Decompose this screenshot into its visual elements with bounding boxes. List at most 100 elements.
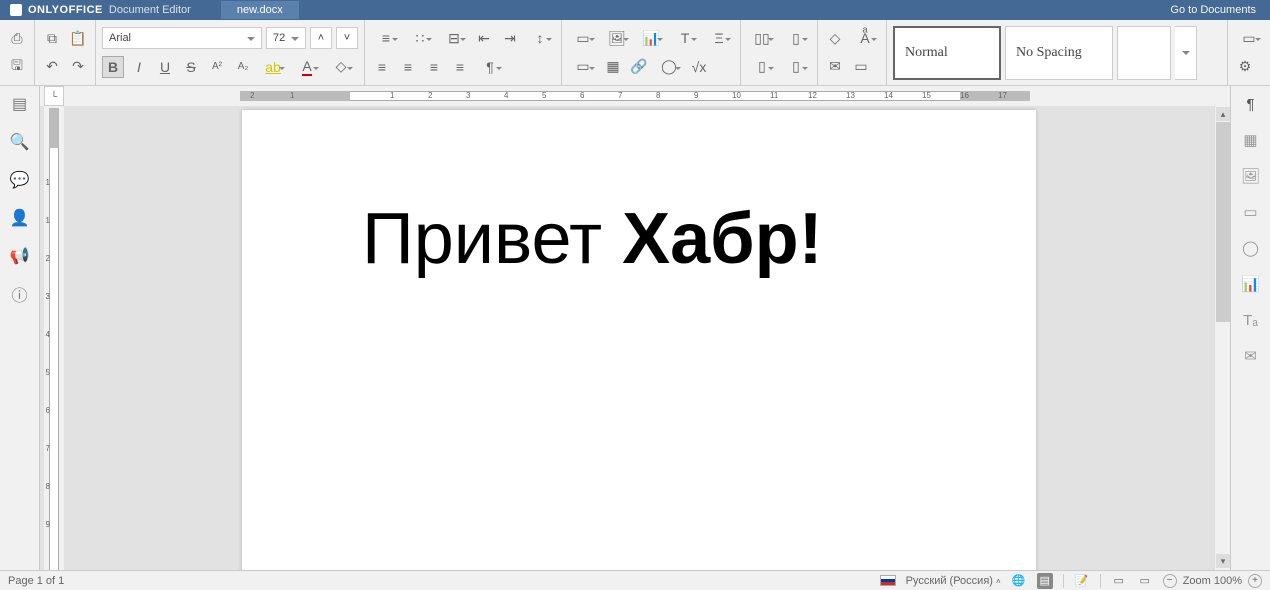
- align-center-button[interactable]: ≡: [397, 56, 419, 78]
- zoom-out-button[interactable]: −: [1163, 574, 1177, 588]
- redo-button[interactable]: ↷: [67, 56, 89, 78]
- zoom-in-button[interactable]: +: [1248, 574, 1262, 588]
- insert-dropcap-button[interactable]: Ξ: [704, 27, 734, 49]
- fit-width-icon[interactable]: ▭: [1137, 573, 1153, 589]
- document-tab[interactable]: new.docx: [221, 1, 299, 19]
- language-select[interactable]: Русский (Россия) ˄: [906, 575, 1001, 587]
- page[interactable]: Привет Хабр!: [242, 110, 1036, 570]
- comments-button[interactable]: ▭: [850, 56, 872, 78]
- left-sidebar: ▤ 🔍 💬 👤 📢 ⓘ: [0, 86, 40, 570]
- vertical-ruler[interactable]: 1 1 2 3 4 5 6 7 8 9: [44, 106, 64, 570]
- right-sidebar: ¶ ▦ 🖼 ▭ ◯ 📊 Tₐ ✉: [1230, 86, 1270, 570]
- align-left-button[interactable]: ≡: [371, 56, 393, 78]
- subscript-button[interactable]: A₂: [232, 56, 254, 78]
- multilevel-button[interactable]: ⊟: [439, 27, 469, 49]
- strike-button[interactable]: S: [180, 56, 202, 78]
- separator: [1063, 574, 1064, 588]
- superscript-button[interactable]: A²: [206, 56, 228, 78]
- undo-button[interactable]: ↶: [41, 56, 63, 78]
- comments-icon[interactable]: 💬: [10, 170, 30, 190]
- clear-format-button[interactable]: ◇: [326, 56, 356, 78]
- style-copy-button[interactable]: Aͣ: [850, 27, 880, 49]
- vertical-scrollbar[interactable]: ▴ ▾: [1214, 106, 1230, 570]
- feedback-icon[interactable]: 📢: [10, 246, 30, 266]
- paste-button[interactable]: 📋: [67, 27, 89, 49]
- scroll-up-button[interactable]: ▴: [1216, 107, 1230, 121]
- mailmerge-button[interactable]: ✉: [824, 56, 846, 78]
- zoom-value[interactable]: Zoom 100%: [1183, 575, 1242, 587]
- insert-textart-button[interactable]: T: [670, 27, 700, 49]
- about-icon[interactable]: ⓘ: [10, 284, 30, 304]
- text-bold: Хабр!: [622, 199, 823, 279]
- document-text[interactable]: Привет Хабр!: [362, 200, 916, 279]
- mailmerge-settings-icon[interactable]: ✉: [1241, 346, 1261, 366]
- font-select[interactable]: Arial: [102, 27, 262, 49]
- paragraph-settings-icon[interactable]: ¶: [1241, 94, 1261, 114]
- bullets-button[interactable]: ≡: [371, 27, 401, 49]
- save-button[interactable]: 🖫: [6, 56, 28, 78]
- bold-button[interactable]: B: [102, 56, 124, 78]
- view-button[interactable]: ▭: [1234, 27, 1264, 49]
- align-justify-button[interactable]: ≡: [449, 56, 471, 78]
- group-clipboard: ⧉📋 ↶↷: [35, 20, 96, 85]
- arrange-button[interactable]: ▯: [781, 56, 811, 78]
- italic-button[interactable]: I: [128, 56, 150, 78]
- style-normal[interactable]: Normal: [893, 26, 1001, 80]
- ruler-tick: 8: [42, 482, 50, 491]
- header-settings-icon[interactable]: ▭: [1241, 202, 1261, 222]
- spellcheck-icon[interactable]: 🌐: [1011, 573, 1027, 589]
- insert-page-break-button[interactable]: ▭: [568, 27, 598, 49]
- thumbnails-icon[interactable]: ▤: [10, 94, 30, 114]
- styles-dropdown[interactable]: [1175, 26, 1197, 80]
- numbering-button[interactable]: ∷: [405, 27, 435, 49]
- font-size-select[interactable]: 72: [266, 27, 306, 49]
- nonprinting-button[interactable]: ¶: [475, 56, 505, 78]
- insert-chart-button[interactable]: 📊: [636, 27, 666, 49]
- indent-inc-button[interactable]: ⇥: [499, 27, 521, 49]
- image-settings-icon[interactable]: 🖼: [1241, 166, 1261, 186]
- title-bar: ONLYOFFICE Document Editor new.docx Go t…: [0, 0, 1270, 20]
- underline-button[interactable]: U: [154, 56, 176, 78]
- shape-settings-icon[interactable]: ◯: [1241, 238, 1261, 258]
- columns-button[interactable]: ▯▯: [747, 27, 777, 49]
- horizontal-ruler[interactable]: 2 1 1 2 3 4 5 6 7 8 9 10 11 12 13 14 15 …: [240, 86, 1230, 106]
- page-holder[interactable]: Привет Хабр!: [64, 106, 1214, 570]
- doclang-icon[interactable]: 📝: [1074, 573, 1090, 589]
- insert-table-button[interactable]: ▦: [602, 56, 624, 78]
- highlight-button[interactable]: ab: [258, 56, 288, 78]
- style-normal-label: Normal: [905, 45, 948, 61]
- settings-button[interactable]: ⚙: [1234, 56, 1256, 78]
- insert-header-button[interactable]: ▭: [568, 56, 598, 78]
- chart-settings-icon[interactable]: 📊: [1241, 274, 1261, 294]
- page-indicator[interactable]: Page 1 of 1: [8, 575, 64, 587]
- align-objects-button[interactable]: ▯: [747, 56, 777, 78]
- separator: [1100, 574, 1101, 588]
- collaboration-icon[interactable]: 👤: [10, 208, 30, 228]
- insert-image-button[interactable]: 🖼: [602, 27, 632, 49]
- textart-settings-icon[interactable]: Tₐ: [1241, 310, 1261, 330]
- font-size-down[interactable]: ˅: [336, 27, 358, 49]
- align-right-button[interactable]: ≡: [423, 56, 445, 78]
- insert-equation-button[interactable]: √x: [688, 56, 710, 78]
- ruler-corner[interactable]: └: [44, 86, 64, 106]
- scroll-down-button[interactable]: ▾: [1216, 554, 1230, 568]
- font-color-button[interactable]: A: [292, 56, 322, 78]
- insert-link-button[interactable]: 🔗: [628, 56, 650, 78]
- scroll-thumb[interactable]: [1216, 122, 1230, 322]
- print-button[interactable]: ⎙: [6, 27, 28, 49]
- track-changes-icon[interactable]: ▤: [1037, 573, 1053, 589]
- insert-shape-button[interactable]: ◯: [654, 56, 684, 78]
- group-file: ⎙ 🖫: [0, 20, 35, 85]
- section-button[interactable]: ▯: [781, 27, 811, 49]
- goto-documents-link[interactable]: Go to Documents: [1156, 4, 1270, 16]
- indent-dec-button[interactable]: ⇤: [473, 27, 495, 49]
- search-icon[interactable]: 🔍: [10, 132, 30, 152]
- fit-page-icon[interactable]: ▭: [1111, 573, 1127, 589]
- copy-button[interactable]: ⧉: [41, 27, 63, 49]
- style-nospacing[interactable]: No Spacing: [1005, 26, 1113, 80]
- font-size-up[interactable]: ˄: [310, 27, 332, 49]
- table-settings-icon[interactable]: ▦: [1241, 130, 1261, 150]
- line-spacing-button[interactable]: ↕: [525, 27, 555, 49]
- style-more[interactable]: [1117, 26, 1171, 80]
- eraser-button[interactable]: ◇: [824, 27, 846, 49]
